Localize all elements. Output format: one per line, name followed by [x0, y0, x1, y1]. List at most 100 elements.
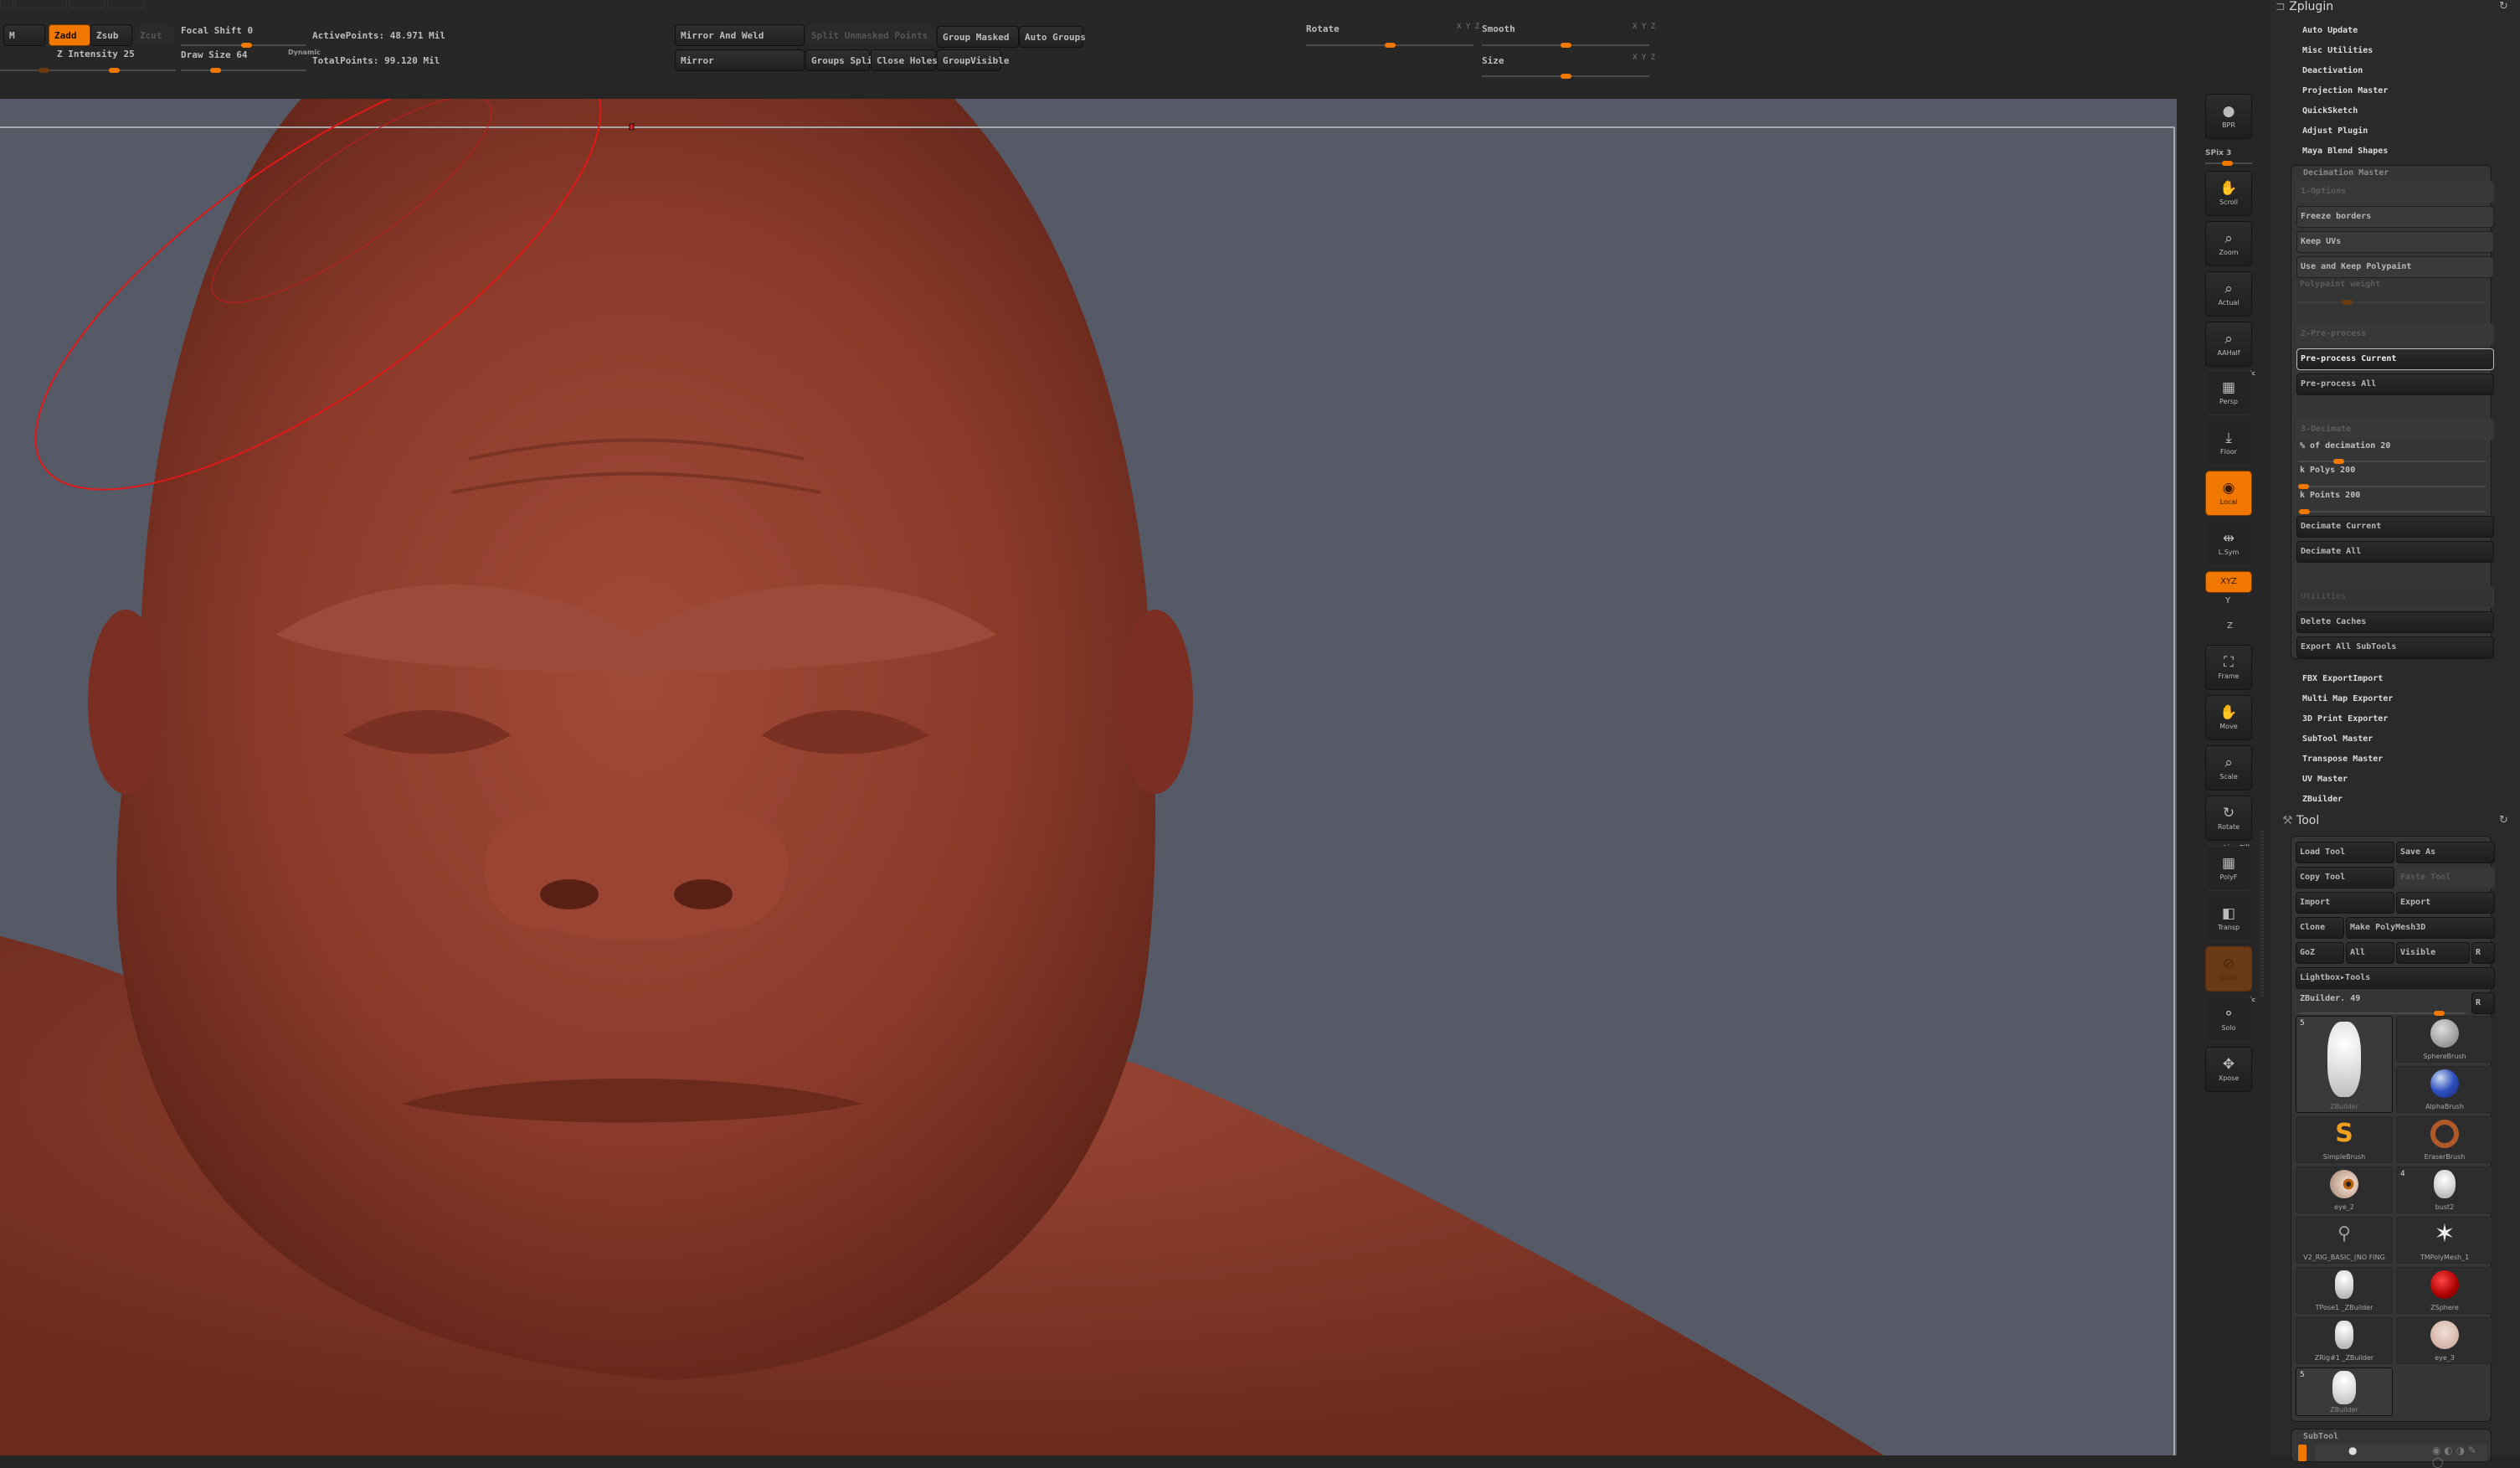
m-button[interactable]: M [3, 24, 45, 46]
goz-r-button[interactable]: R [2471, 942, 2495, 964]
freeze-borders-toggle[interactable]: Freeze borders [2296, 206, 2494, 228]
aahalf-button[interactable]: ⌕ AAHalf [2205, 322, 2252, 367]
focal-shift-slider[interactable] [181, 43, 306, 48]
current-tool-r-button[interactable]: R [2471, 992, 2495, 1014]
ghost-button[interactable]: ⊘ Ghost [2205, 946, 2252, 992]
lsym-button[interactable]: ⇹ L.Sym [2205, 521, 2252, 566]
current-tool-slider[interactable] [2298, 1011, 2466, 1016]
k-points-knob[interactable] [2299, 509, 2310, 514]
smooth-knob[interactable] [1561, 43, 1571, 48]
auto-groups-button[interactable]: Auto Groups [1019, 26, 1086, 48]
spix-slider[interactable] [2205, 161, 2252, 166]
subtool-active-indicator[interactable] [2298, 1445, 2307, 1461]
load-tool-button[interactable]: Load Tool [2296, 842, 2394, 863]
decimate-all-button[interactable]: Decimate All [2296, 541, 2494, 563]
k-polys-knob[interactable] [2298, 484, 2309, 489]
split-unmasked-points-button[interactable]: Split Unmasked Points [805, 24, 936, 46]
tool-thumbnail-tmpolymesh[interactable]: ✶ TMPolyMesh_1 [2396, 1217, 2493, 1264]
floor-button[interactable]: ⤓ Floor [2205, 420, 2252, 466]
spix-knob[interactable] [2222, 161, 2233, 166]
zplugin-item[interactable]: Maya Blend Shapes [2302, 147, 2388, 156]
rotate-xyz-toggle[interactable]: X Y Z [1457, 23, 1479, 31]
zplugin-item[interactable]: FBX ExportImport [2302, 674, 2383, 683]
solo-button[interactable]: ⚬ Solo [2205, 997, 2252, 1042]
persp-button[interactable]: ▦ Persp [2205, 370, 2252, 415]
draw-size-slider[interactable] [181, 68, 306, 73]
polyf-button[interactable]: ▦ PolyF [2205, 846, 2252, 891]
zplugin-item[interactable]: 3D Print Exporter [2302, 714, 2388, 724]
zplugin-reset-icon[interactable]: ↻ [2499, 0, 2508, 13]
draw-size-knob[interactable] [210, 68, 221, 73]
preprocess-all-button[interactable]: Pre-process All [2296, 373, 2494, 395]
sculpt-viewport[interactable] [0, 99, 2177, 1455]
rotate-slider[interactable] [1306, 43, 1473, 48]
decimate-current-button[interactable]: Decimate Current [2296, 516, 2494, 538]
groups-split-button[interactable]: Groups Split [805, 49, 877, 71]
tool-thumbnail-zbuilder[interactable]: 5 ZBuilder [2296, 1016, 2393, 1113]
pct-decimation-knob[interactable] [2333, 459, 2344, 464]
size-xyz-toggle[interactable]: X Y Z [1633, 54, 1655, 62]
focal-shift-knob[interactable] [241, 43, 252, 48]
preprocess-current-button[interactable]: Pre-process Current [2296, 348, 2494, 370]
tool-reset-icon[interactable]: ↻ [2499, 814, 2508, 827]
k-polys-slider[interactable] [2298, 484, 2486, 489]
zplugin-header[interactable]: ⊐ Zplugin [2276, 0, 2333, 13]
zsub-button[interactable]: Zsub [90, 24, 132, 46]
group-masked-button[interactable]: Group Masked [937, 26, 1019, 48]
zoom-button[interactable]: ⌕ Zoom [2205, 221, 2252, 266]
move-button[interactable]: ✋ Move [2205, 695, 2252, 740]
zplugin-item[interactable]: Transpose Master [2302, 755, 2383, 764]
pct-decimation-slider[interactable] [2298, 459, 2486, 464]
tool-thumbnail-eye-3[interactable]: eye_3 [2396, 1317, 2493, 1364]
tool-thumbnail-zrig[interactable]: ZRig#1 _ZBuilder [2296, 1317, 2393, 1364]
make-polymesh3d-button[interactable]: Make PolyMesh3D [2346, 917, 2495, 939]
zplugin-item[interactable]: QuickSketch [2302, 106, 2358, 116]
zplugin-item[interactable]: UV Master [2302, 775, 2348, 784]
scale-button[interactable]: ⌕ Scale [2205, 745, 2252, 791]
rotate-y-button[interactable]: Y [2225, 596, 2230, 605]
import-button[interactable]: Import [2296, 892, 2394, 914]
rotate-z-button[interactable]: Z [2227, 621, 2233, 631]
tool-thumbnail-zbuilder-current[interactable]: 5 ZBuilder [2296, 1368, 2393, 1416]
smooth-slider[interactable] [1482, 43, 1649, 48]
decimation-master-title[interactable]: Decimation Master [2303, 168, 2389, 178]
zplugin-item[interactable]: SubTool Master [2302, 734, 2373, 744]
local-button[interactable]: ◉ Local [2205, 471, 2252, 516]
rotate-button[interactable]: ↻ Rotate [2205, 796, 2252, 841]
goz-button[interactable]: GoZ [2296, 942, 2344, 964]
polypaint-weight-knob[interactable] [2342, 300, 2353, 305]
xpose-button[interactable]: ✥ Xpose [2205, 1047, 2252, 1092]
tool-thumbnail-v2-rig[interactable]: ⚲ V2_RIG_BASIC_(NO FING [2296, 1217, 2393, 1264]
tool-thumbnail-bust2[interactable]: 4 bust2 [2396, 1167, 2493, 1213]
copy-tool-button[interactable]: Copy Tool [2296, 867, 2394, 889]
actual-button[interactable]: ⌕ Actual [2205, 271, 2252, 317]
size-knob[interactable] [1561, 74, 1571, 79]
zcut-button[interactable]: Zcut [134, 24, 176, 46]
polypaint-weight-slider[interactable] [2298, 300, 2486, 305]
subtool-title[interactable]: SubTool [2303, 1432, 2338, 1441]
z-intensity-slider[interactable] [0, 68, 176, 73]
transp-button[interactable]: ◧ Transp [2205, 896, 2252, 941]
zplugin-item[interactable]: Auto Update [2302, 26, 2358, 35]
panel-resize-handle[interactable] [2260, 831, 2264, 998]
keep-uvs-toggle[interactable]: Keep UVs [2296, 231, 2494, 253]
tool-thumbnail-eye-2[interactable]: eye_2 [2296, 1167, 2393, 1213]
zplugin-item[interactable]: Projection Master [2302, 86, 2388, 95]
export-all-subtools-button[interactable]: Export All SubTools [2296, 636, 2494, 658]
paste-tool-button[interactable]: Paste Tool [2396, 867, 2495, 889]
zplugin-item[interactable]: Misc Utilities [2302, 46, 2373, 55]
delete-caches-button[interactable]: Delete Caches [2296, 611, 2494, 633]
rotate-xyz-button[interactable]: XYZ [2205, 571, 2252, 593]
tool-thumbnail-eraserbrush[interactable]: EraserBrush [2396, 1116, 2493, 1163]
group-visible-button[interactable]: GroupVisible [937, 49, 1009, 71]
rgb-intensity-knob[interactable] [39, 68, 49, 73]
rotate-knob[interactable] [1385, 43, 1396, 48]
save-as-button[interactable]: Save As [2396, 842, 2495, 863]
k-points-slider[interactable] [2298, 509, 2486, 514]
use-keep-polypaint-toggle[interactable]: Use and Keep Polypaint [2296, 256, 2494, 278]
close-holes-button[interactable]: Close Holes [871, 49, 938, 71]
export-button[interactable]: Export [2396, 892, 2495, 914]
zplugin-item[interactable]: Multi Map Exporter [2302, 694, 2393, 703]
tool-thumbnail-spherebrush[interactable]: SphereBrush [2396, 1016, 2493, 1063]
tool-thumbnail-zsphere[interactable]: ZSphere [2396, 1267, 2493, 1314]
